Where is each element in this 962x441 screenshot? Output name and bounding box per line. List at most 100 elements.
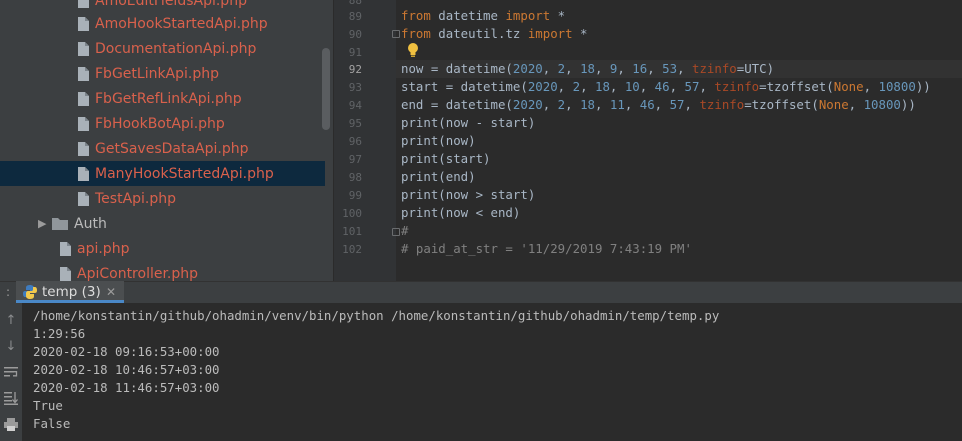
line-number: 90 <box>348 28 362 41</box>
tree-item-label: FbGetLinkApi.php <box>95 65 220 82</box>
code-token: dateutil.tz <box>430 26 528 41</box>
code-token: , <box>565 61 581 76</box>
line-number: 89 <box>348 10 362 23</box>
code-token: , <box>580 79 595 94</box>
close-icon[interactable]: ✕ <box>106 285 116 299</box>
line-number: 98 <box>348 171 362 184</box>
php-file-icon <box>78 16 89 31</box>
code-token: 10 <box>624 79 640 94</box>
tree-file-getsavesdataapi[interactable]: GetSavesDataApi.php <box>78 136 249 161</box>
tree-item-label: TestApi.php <box>95 190 177 207</box>
php-file-icon <box>78 166 89 181</box>
code-token: )) <box>900 97 916 112</box>
tree-folder-auth[interactable]: ▶ Auth <box>38 211 107 236</box>
line-number: 99 <box>348 189 362 202</box>
code-line-90: from dateutil.tz import * <box>401 26 588 41</box>
code-token: now = datetime( <box>401 61 513 76</box>
code-token: , <box>684 97 700 112</box>
code-token: , <box>647 61 663 76</box>
code-token: 11 <box>609 97 625 112</box>
php-file-icon <box>78 91 89 106</box>
tree-item-label: GetSavesDataApi.php <box>95 140 249 157</box>
folder-icon <box>52 217 68 230</box>
code-token: from <box>401 26 431 41</box>
php-file-icon <box>60 241 71 256</box>
console-line: False <box>33 416 71 431</box>
line-number: 102 <box>342 243 362 256</box>
code-token: , <box>848 97 864 112</box>
tree-item-label: Auth <box>74 215 107 232</box>
code-token: , <box>542 61 558 76</box>
tree-item-label: DocumentationApi.php <box>95 40 257 57</box>
code-token: import <box>527 26 573 41</box>
console-line: 2020-02-18 10:46:57+03:00 <box>33 362 220 377</box>
php-file-icon <box>78 0 89 8</box>
tree-item-label: ApiController.php <box>77 265 199 282</box>
line-number: 100 <box>342 207 362 220</box>
code-token: , <box>669 79 685 94</box>
tree-file-amohookstartedapi[interactable]: AmoHookStartedApi.php <box>78 11 268 36</box>
tree-item-label: api.php <box>77 240 130 257</box>
code-token: 46 <box>654 79 670 94</box>
line-number: 93 <box>348 81 362 94</box>
code-token: 18 <box>580 61 595 76</box>
lightbulb-icon[interactable] <box>406 42 420 58</box>
code-token: , <box>609 79 625 94</box>
code-token: 57 <box>669 97 685 112</box>
arrow-down-icon[interactable]: ↓ <box>3 338 19 354</box>
line-number: 91 <box>348 46 362 59</box>
code-token: 46 <box>639 97 655 112</box>
tree-file-fbgetreflinkapi[interactable]: FbGetRefLinkApi.php <box>78 86 242 111</box>
code-token: )) <box>915 79 931 94</box>
console-line: 2020-02-18 11:46:57+03:00 <box>33 380 220 395</box>
tree-item-label: FbHookBotApi.php <box>95 115 225 132</box>
code-token: , <box>677 61 692 76</box>
code-token: , <box>863 79 879 94</box>
scroll-to-end-icon[interactable] <box>3 390 19 406</box>
tree-file-fbgetlinkapi[interactable]: FbGetLinkApi.php <box>78 61 219 86</box>
code-editor[interactable] <box>396 0 962 281</box>
line-number: 96 <box>348 135 362 148</box>
project-tree[interactable]: AmoEditFieldsApi.php AmoHookStartedApi.p… <box>0 0 333 281</box>
code-token: , <box>594 61 610 76</box>
code-token: tzinfo <box>714 79 760 94</box>
line-number: 95 <box>348 117 362 130</box>
fold-marker-icon[interactable] <box>392 228 400 236</box>
tree-file-testapi[interactable]: TestApi.php <box>78 186 176 211</box>
tree-item-label: ManyHookStartedApi.php <box>95 165 274 182</box>
tree-file-api[interactable]: api.php <box>60 236 129 261</box>
print-icon[interactable] <box>3 416 19 432</box>
code-token: 10800 <box>878 79 916 94</box>
expand-arrow-icon[interactable]: ▶ <box>38 217 52 230</box>
code-line-98: print(end) <box>401 169 476 184</box>
tree-scrollbar[interactable] <box>322 48 330 130</box>
tree-file-documentationapi[interactable]: DocumentationApi.php <box>78 36 256 61</box>
code-token: =tzoffset( <box>759 79 834 94</box>
code-line-100: print(now < end) <box>401 205 521 220</box>
tree-item-label: FbGetRefLinkApi.php <box>95 90 242 107</box>
console-line: 2020-02-18 09:16:53+00:00 <box>33 344 220 359</box>
line-number: 88 <box>348 0 362 7</box>
code-token: start = datetime( <box>401 79 528 94</box>
code-token: import <box>505 8 551 23</box>
run-tool-header <box>0 281 962 303</box>
arrow-up-icon[interactable]: ↑ <box>3 312 19 328</box>
code-token: 18 <box>580 97 595 112</box>
tree-file-manyhookstartedapi[interactable]: ManyHookStartedApi.php <box>0 161 325 186</box>
tree-file-apicontroller[interactable]: ApiController.php <box>60 261 198 281</box>
line-number: 97 <box>348 153 362 166</box>
soft-wrap-icon[interactable] <box>3 364 19 380</box>
code-token: 57 <box>684 79 700 94</box>
code-token: from <box>401 8 431 23</box>
code-token: 16 <box>632 61 648 76</box>
code-token: , <box>639 79 655 94</box>
code-line-101: # <box>401 223 409 238</box>
code-token: * <box>572 26 588 41</box>
tree-file-fbhookbotapi[interactable]: FbHookBotApi.php <box>78 111 225 136</box>
code-token: , <box>654 97 670 112</box>
tree-item-label: AmoEditFieldsApi.php <box>95 0 247 9</box>
run-toolbar: ↑ ↓ <box>0 303 22 441</box>
fold-marker-icon[interactable] <box>392 30 400 38</box>
php-file-icon <box>78 66 89 81</box>
code-line-97: print(start) <box>401 151 491 166</box>
